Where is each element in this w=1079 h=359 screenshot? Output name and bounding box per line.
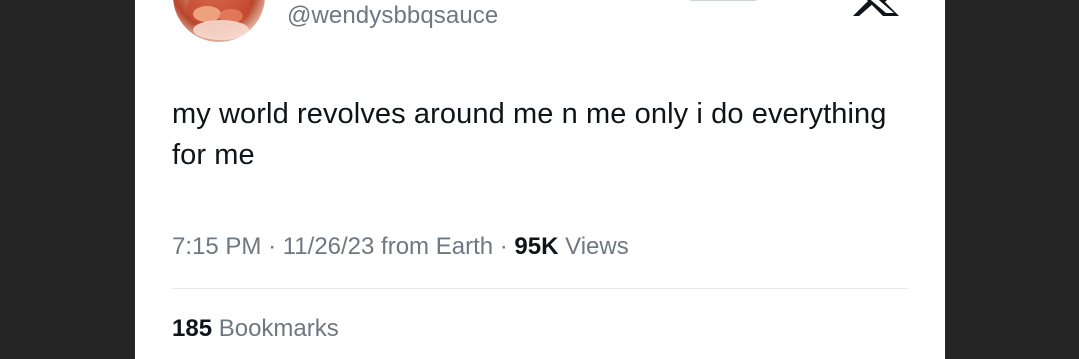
meta-separator bbox=[493, 233, 500, 260]
screenshot-frame: @wendysbbqsauce my world revolves around… bbox=[0, 0, 1079, 359]
top-menu-bar bbox=[689, 0, 757, 1]
meta-separator: · bbox=[499, 233, 508, 260]
views-label[interactable]: Views bbox=[565, 233, 629, 260]
bookmarks-count: 185 bbox=[172, 315, 213, 342]
avatar-image-icon bbox=[187, 0, 251, 40]
user-handle[interactable]: @wendysbbqsauce bbox=[287, 0, 498, 32]
x-logo-icon[interactable] bbox=[847, 0, 905, 16]
tweet-text: my world revolves around me n me only i … bbox=[172, 98, 887, 171]
tweet-card: @wendysbbqsauce my world revolves around… bbox=[135, 0, 945, 359]
tweet-date[interactable]: 11/26/23 bbox=[283, 233, 375, 260]
views-count[interactable]: 95K bbox=[514, 233, 558, 260]
avatar[interactable] bbox=[173, 0, 265, 42]
tweet-source: from Earth bbox=[381, 233, 494, 260]
tweet-meta: 7:15 PM · 11/26/23 from Earth · 95K View… bbox=[172, 230, 629, 264]
tweet-time[interactable]: 7:15 PM bbox=[172, 233, 261, 260]
bookmarks-label: Bookmarks bbox=[218, 315, 339, 342]
bookmarks-stat[interactable]: 185 Bookmarks bbox=[172, 312, 339, 346]
meta-separator: · bbox=[268, 233, 277, 260]
divider bbox=[172, 288, 908, 289]
